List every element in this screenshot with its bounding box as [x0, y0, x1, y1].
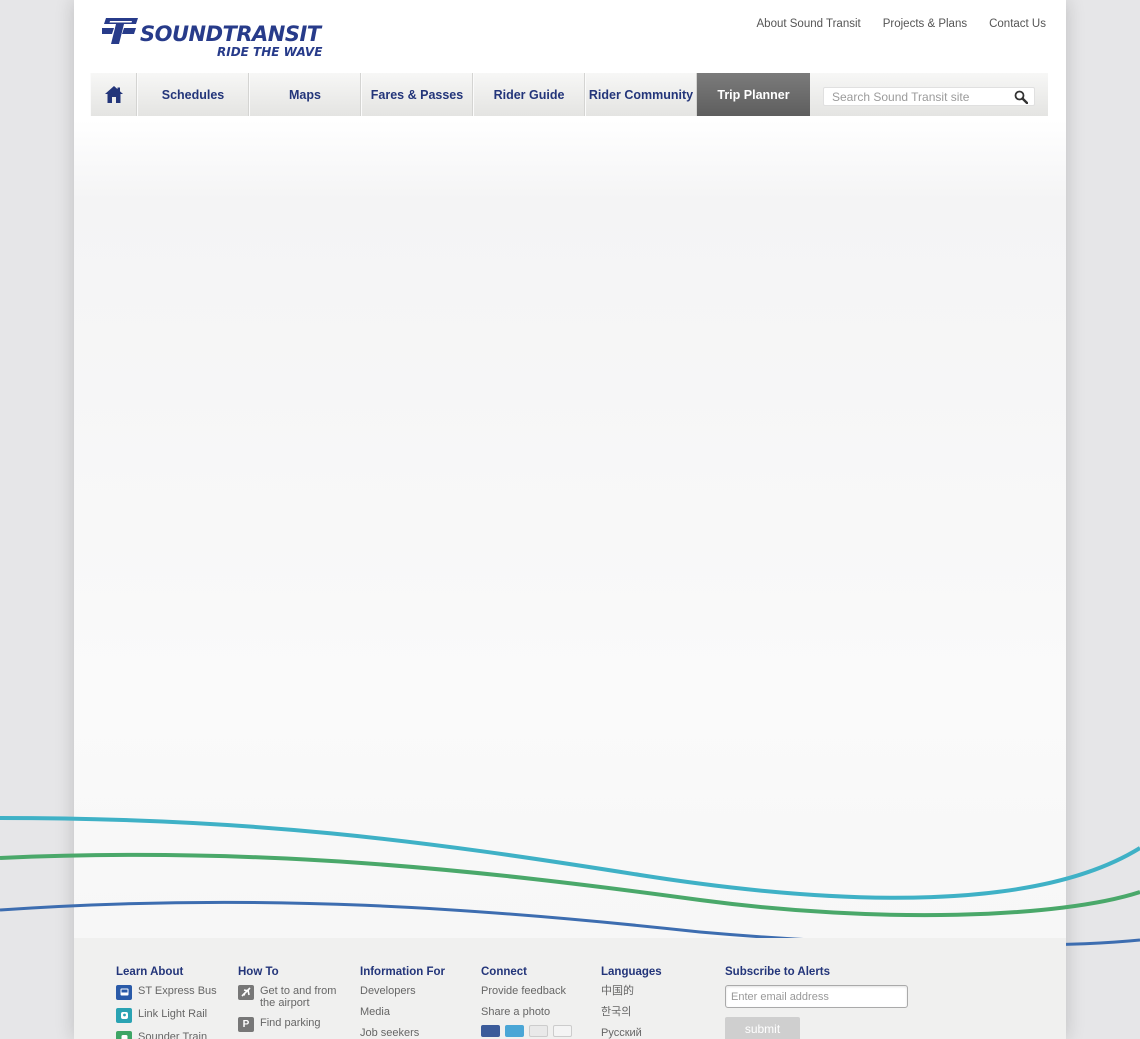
nav-rider-community[interactable]: Rider Community — [585, 73, 697, 116]
train-icon — [116, 1031, 132, 1039]
decorative-waves — [0, 816, 1140, 947]
utility-links: About Sound Transit Projects & Plans Con… — [735, 18, 1046, 30]
airplane-icon — [238, 985, 254, 1000]
st-logo-icon — [102, 18, 138, 44]
provide-feedback-link[interactable]: Provide feedback — [481, 985, 572, 997]
sounder-train-link[interactable]: Sounder Train — [116, 1031, 217, 1039]
footer-connect: Connect Provide feedback Share a photo — [481, 966, 572, 1037]
footer-information-for: Information For Developers Media Job see… — [360, 966, 445, 1039]
connect-heading: Connect — [481, 966, 527, 978]
language-chinese-link[interactable]: 中国的 — [601, 985, 662, 997]
language-russian-link[interactable]: Русский — [601, 1027, 662, 1039]
footer-subscribe: Subscribe to Alerts submit — [725, 966, 908, 1039]
subscribe-heading: Subscribe to Alerts — [725, 966, 831, 978]
site-search — [823, 87, 1035, 106]
logo-brand-text: SOUNDTRANSIT — [140, 22, 321, 46]
nav-rider-guide[interactable]: Rider Guide — [473, 73, 585, 116]
facebook-icon[interactable] — [481, 1025, 500, 1037]
email-icon[interactable] — [553, 1025, 572, 1037]
about-link[interactable]: About Sound Transit — [757, 18, 861, 30]
projects-plans-link[interactable]: Projects & Plans — [883, 18, 967, 30]
information-for-heading: Information For — [360, 966, 445, 978]
footer-learn-about: Learn About ST Express Bus Link Light Ra… — [116, 966, 217, 1039]
learn-about-heading: Learn About — [116, 966, 184, 978]
nav-maps[interactable]: Maps — [249, 73, 361, 116]
bus-icon — [116, 985, 132, 1000]
nav-home[interactable] — [90, 73, 137, 116]
parking-icon: P — [238, 1017, 254, 1032]
languages-heading: Languages — [601, 966, 662, 978]
light-rail-icon — [116, 1008, 132, 1023]
main-nav: Schedules Maps Fares & Passes Rider Guid… — [90, 73, 1048, 116]
how-to-heading: How To — [238, 966, 279, 978]
home-icon — [104, 86, 123, 103]
email-field[interactable] — [725, 985, 908, 1008]
link-label: Find parking — [260, 1017, 321, 1029]
footer-languages: Languages 中国的 한국의 Русский — [601, 966, 662, 1039]
nav-trip-planner[interactable]: Trip Planner — [697, 73, 810, 116]
link-label: Link Light Rail — [138, 1008, 208, 1020]
st-express-bus-link[interactable]: ST Express Bus — [116, 985, 217, 1000]
submit-button[interactable]: submit — [725, 1017, 800, 1039]
nav-schedules[interactable]: Schedules — [137, 73, 249, 116]
developers-link[interactable]: Developers — [360, 985, 445, 997]
airport-link[interactable]: Get to and from the airport — [238, 985, 348, 1009]
site-footer: Learn About ST Express Bus Link Light Ra… — [74, 938, 1066, 1039]
twitter-icon[interactable] — [505, 1025, 524, 1037]
logo-tagline: RIDE THE WAVE — [217, 45, 323, 59]
search-input[interactable] — [824, 88, 1004, 106]
nav-fares-passes[interactable]: Fares & Passes — [361, 73, 473, 116]
magnifier-icon[interactable] — [1014, 90, 1028, 104]
link-label: ST Express Bus — [138, 985, 217, 997]
job-seekers-link[interactable]: Job seekers — [360, 1027, 445, 1039]
link-label: Get to and from the airport — [260, 985, 337, 1009]
link-light-rail-link[interactable]: Link Light Rail — [116, 1008, 217, 1023]
media-link[interactable]: Media — [360, 1006, 445, 1018]
language-korean-link[interactable]: 한국의 — [601, 1006, 662, 1018]
footer-how-to: How To Get to and from the airport P Fin… — [238, 966, 348, 1039]
youtube-icon[interactable] — [529, 1025, 548, 1037]
sound-transit-logo[interactable]: SOUNDTRANSIT RIDE THE WAVE — [102, 16, 322, 62]
link-label: Sounder Train — [138, 1031, 208, 1039]
share-photo-link[interactable]: Share a photo — [481, 1006, 572, 1018]
find-parking-link[interactable]: P Find parking — [238, 1017, 348, 1032]
social-links — [481, 1025, 572, 1037]
contact-us-link[interactable]: Contact Us — [989, 18, 1046, 30]
